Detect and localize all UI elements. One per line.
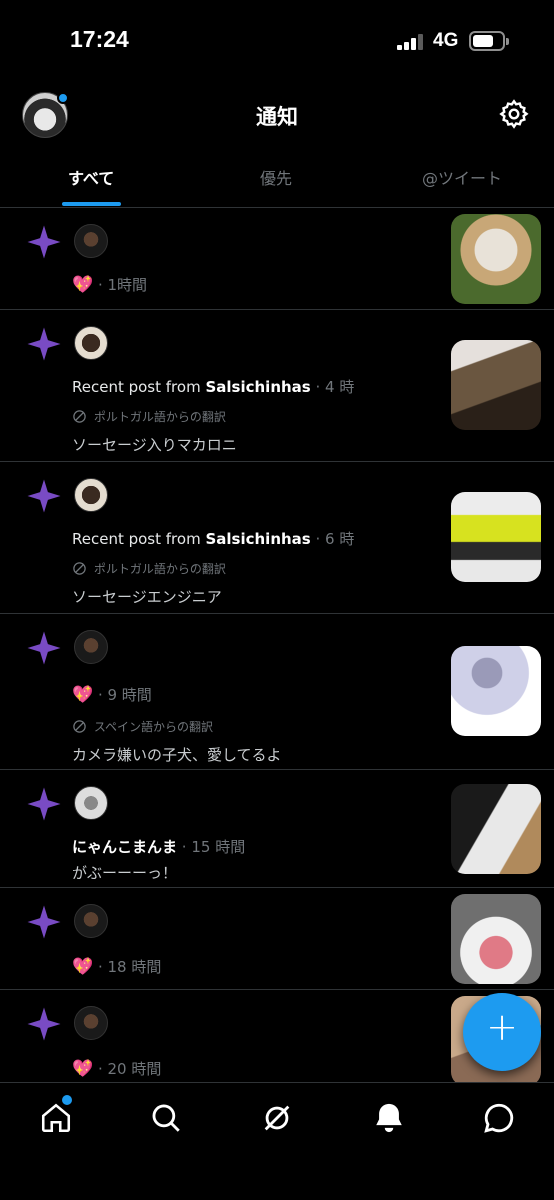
avatar[interactable] <box>74 904 108 938</box>
page-title: 通知 <box>256 105 298 129</box>
time-label: · 15 時間 <box>181 838 246 856</box>
post-text: ソーセージエンジニア <box>72 588 222 606</box>
notification-meta-line: 💖 · 9 時間 <box>72 684 152 705</box>
avatar[interactable] <box>74 326 108 360</box>
sparkle-icon <box>27 631 61 665</box>
translation-label: ポルトガル語からの翻訳 <box>93 410 226 424</box>
gear-icon[interactable] <box>498 98 530 130</box>
translation-label: スペイン語からの翻訳 <box>93 720 213 734</box>
translate-icon <box>73 720 86 733</box>
time-label: · 9 時間 <box>97 686 152 704</box>
user-name[interactable]: Salsichinhas <box>205 378 310 396</box>
notification-item[interactable]: にゃんこまんま · 15 時間 がぶーーーっ！ <box>0 770 554 888</box>
spaces-icon[interactable] <box>260 1101 294 1135</box>
tab-mentions[interactable]: @ツイート <box>422 165 502 189</box>
post-thumbnail[interactable] <box>451 340 541 430</box>
post-text: カメラ嫌いの子犬、愛してるよ <box>72 746 282 764</box>
heart-emoji: 💖 <box>72 275 94 295</box>
sparkle-icon <box>27 787 61 821</box>
avatar[interactable] <box>74 478 108 512</box>
heart-emoji: 💖 <box>72 1059 94 1079</box>
status-time: 17:24 <box>70 26 129 52</box>
translation-note: ポルトガル語からの翻訳 <box>72 408 226 425</box>
time-label: · 18 時間 <box>97 958 162 976</box>
search-icon[interactable] <box>149 1101 183 1135</box>
time-label: · 4 時 <box>315 378 355 396</box>
time-label: · 20 時間 <box>97 1060 162 1078</box>
notification-item[interactable]: 💖 · 1時間 <box>0 208 554 310</box>
post-thumbnail[interactable] <box>451 784 541 874</box>
sparkle-icon <box>27 905 61 939</box>
user-name[interactable]: にゃんこまんま <box>72 838 177 856</box>
heart-emoji: 💖 <box>72 685 94 705</box>
post-prefix: Recent post from <box>72 530 201 548</box>
translate-icon <box>73 562 86 575</box>
time-label: · 6 時 <box>315 530 355 548</box>
sparkle-icon <box>27 225 61 259</box>
notification-meta-line: 💖 · 1時間 <box>72 274 147 295</box>
translation-note: ポルトガル語からの翻訳 <box>72 560 226 577</box>
post-thumbnail[interactable] <box>451 894 541 984</box>
translate-icon <box>73 410 86 423</box>
notification-item[interactable]: 💖 · 9 時間 スペイン語からの翻訳 カメラ嫌いの子犬、愛してるよ <box>0 614 554 770</box>
post-prefix: Recent post from <box>72 378 201 396</box>
notification-item[interactable]: Recent post from Salsichinhas · 6 時 ポルトガ… <box>0 462 554 614</box>
notification-meta-line: Recent post from Salsichinhas · 4 時 <box>72 376 354 397</box>
tab-all[interactable]: すべて <box>68 165 114 189</box>
active-tab-indicator <box>62 202 121 206</box>
sparkle-icon <box>27 479 61 513</box>
notifications-icon[interactable] <box>372 1101 406 1135</box>
sparkle-icon <box>27 327 61 361</box>
signal-icon <box>397 34 425 50</box>
notification-tabs: すべて 優先 @ツイート <box>0 150 554 208</box>
user-name[interactable]: Salsichinhas <box>205 530 310 548</box>
notification-meta-line: 💖 · 18 時間 <box>72 956 161 977</box>
avatar[interactable] <box>74 1006 108 1040</box>
time-label: · 1時間 <box>97 276 148 294</box>
avatar[interactable] <box>74 786 108 820</box>
messages-icon[interactable] <box>482 1101 516 1135</box>
notification-item[interactable]: 💖 · 18 時間 <box>0 888 554 990</box>
notification-meta-line: Recent post from Salsichinhas · 6 時 <box>72 528 354 549</box>
home-unread-dot <box>62 1095 72 1105</box>
battery-icon <box>469 31 509 51</box>
translation-label: ポルトガル語からの翻訳 <box>93 562 226 576</box>
translation-note: スペイン語からの翻訳 <box>72 718 213 735</box>
post-thumbnail[interactable] <box>451 492 541 582</box>
network-label: 4G <box>433 30 459 51</box>
top-header: 通知 <box>0 84 554 150</box>
notification-item[interactable]: Recent post from Salsichinhas · 4 時 ポルトガ… <box>0 310 554 462</box>
home-icon[interactable] <box>39 1101 73 1135</box>
avatar[interactable] <box>74 630 108 664</box>
status-bar: 17:24 4G <box>0 0 554 84</box>
compose-button[interactable]: + <box>463 993 541 1071</box>
post-text: がぶーーーっ！ <box>72 864 178 882</box>
tab-priority[interactable]: 優先 <box>260 165 292 189</box>
plus-icon: + <box>486 1005 518 1049</box>
bottom-navigation <box>0 1082 554 1200</box>
post-text: ソーセージ入りマカロニ <box>72 436 237 454</box>
post-thumbnail[interactable] <box>451 214 541 304</box>
notification-meta-line: 💖 · 20 時間 <box>72 1058 161 1079</box>
notification-meta-line: にゃんこまんま · 15 時間 <box>72 836 245 857</box>
avatar[interactable] <box>74 224 108 258</box>
heart-emoji: 💖 <box>72 957 94 977</box>
sparkle-icon <box>27 1007 61 1041</box>
post-thumbnail[interactable] <box>451 646 541 736</box>
notification-feed[interactable]: 💖 · 1時間 Recent post from Salsichinhas · … <box>0 208 554 1082</box>
